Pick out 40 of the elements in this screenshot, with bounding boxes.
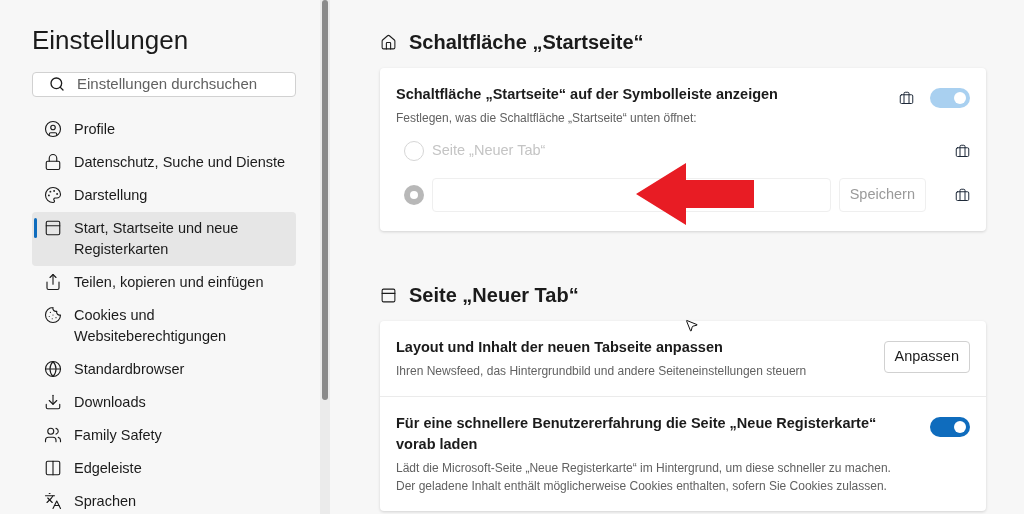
setting-title: Layout und Inhalt der neuen Tabseite anpassen (396, 338, 723, 357)
sidebar-item[interactable]: Profile (32, 112, 296, 146)
scrollbar-thumb[interactable] (322, 0, 328, 400)
setting-title: Für eine schnellere Benutzererfahrung die Seite „Neue Registerkarte“ vorab laden (396, 414, 878, 454)
setting-description: Festlegen, was die Schaltfläche „Startseite“ unten öffnet: (396, 110, 698, 127)
section-title: Schaltfläche „Startseite“ (409, 30, 644, 55)
lock-icon (44, 152, 62, 171)
section-title: Seite „Neuer Tab“ (409, 283, 579, 308)
sidebar-icon (44, 458, 62, 477)
sidebar-item[interactable]: Start, Startseite und neue Registerkarten (32, 211, 296, 266)
window-icon (44, 218, 62, 237)
search-icon (49, 76, 65, 93)
cookie-icon (44, 305, 62, 324)
sidebar-item[interactable]: Datenschutz, Suche und Dienste (32, 145, 296, 179)
settings-title: Einstellungen (32, 24, 190, 56)
sidebar-item[interactable]: Cookies und Websiteberechtigungen (32, 298, 296, 353)
window-icon (380, 286, 397, 304)
sidebar-item[interactable]: Standardbrowser (32, 352, 296, 386)
sidebar-item[interactable]: Teilen, kopieren und einfügen (32, 265, 296, 299)
language-icon (44, 491, 62, 510)
sidebar-item[interactable]: Edgeleiste (32, 451, 296, 485)
toggle-switch[interactable] (930, 417, 970, 437)
sidebar-item[interactable]: Downloads (32, 385, 296, 419)
share-icon (44, 272, 62, 291)
setting-title: Schaltfläche „Startseite“ auf der Symbolleiste anzeigen (396, 85, 778, 104)
sidebar-item[interactable]: Sprachen (32, 484, 296, 514)
palette-icon (44, 185, 62, 204)
profile-icon (44, 119, 62, 138)
option-label: Seite „Neuer Tab“ (432, 141, 547, 161)
sidebar-item[interactable]: Darstellung (32, 178, 296, 212)
customize-button[interactable]: Anpassen (883, 341, 970, 373)
setting-description: Ihren Newsfeed, das Hintergrundbild und andere Seiteneinstellungen steuern (396, 363, 808, 380)
browser-icon (44, 359, 62, 378)
setting-description: Lädt die Microsoft-Seite „Neue Registerkarte“ im Hintergrund, um diese schneller zu machen. Der geladene Inhalt enthält möglicherweise Cookies enthalten, sofern Sie Cookies zulassen. (396, 460, 892, 495)
sidebar-item[interactable]: Family Safety (32, 418, 296, 452)
family-icon (44, 425, 62, 444)
home-icon (380, 33, 397, 51)
search-field[interactable]: Einstellungen durchsuchen (32, 72, 296, 97)
download-icon (44, 392, 62, 411)
selection-indicator (34, 217, 37, 238)
